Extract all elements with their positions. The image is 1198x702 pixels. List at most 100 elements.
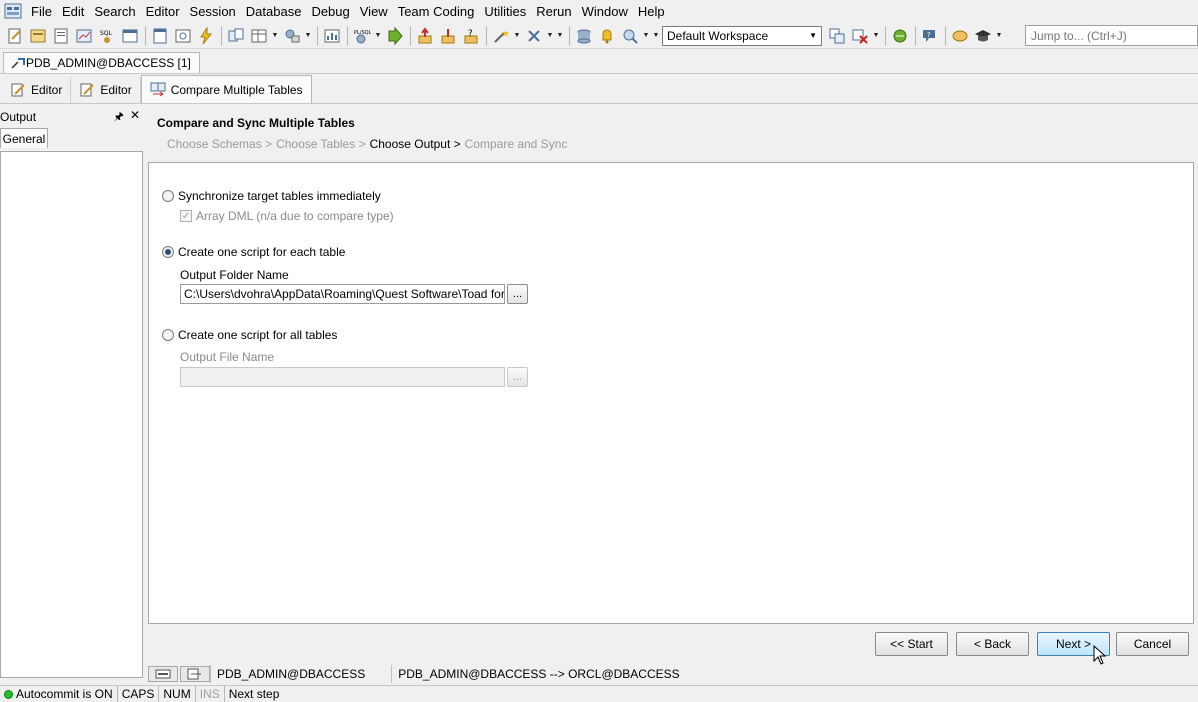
chevron-down-icon[interactable]: ▼ [546, 25, 554, 47]
chevron-down-icon[interactable]: ▼ [374, 25, 382, 47]
keyboard-icon[interactable] [148, 666, 178, 682]
output-folder-input[interactable]: C:\Users\dvohra\AppData\Roaming\Quest So… [180, 284, 505, 304]
menu-rerun[interactable]: Rerun [531, 4, 576, 19]
search-db-icon[interactable] [619, 25, 641, 47]
tab-general[interactable]: General [0, 128, 48, 148]
tab-editor-1[interactable]: Editor [2, 77, 72, 103]
output-folder-label: Output Folder Name [180, 268, 289, 282]
report-icon[interactable] [73, 25, 95, 47]
status-led-icon [4, 689, 13, 699]
workspace-delete-icon[interactable] [849, 25, 871, 47]
jump-to-input[interactable] [1025, 25, 1198, 46]
wizard-title: Compare and Sync Multiple Tables [157, 116, 355, 130]
chevron-down-icon[interactable]: ▼ [995, 25, 1003, 47]
connection-icon[interactable] [180, 666, 210, 682]
help-question-icon[interactable]: ? [460, 25, 482, 47]
window-icon[interactable] [149, 25, 171, 47]
tab-label: Editor [31, 83, 63, 97]
sync-immediately-radio[interactable] [162, 190, 174, 202]
table-icon[interactable] [248, 25, 270, 47]
community-icon[interactable] [949, 25, 971, 47]
step-compare-and-sync: Compare and Sync [464, 137, 568, 151]
browse-folder-button[interactable]: ... [507, 284, 528, 304]
chevron-down-icon[interactable]: ▼ [271, 25, 279, 47]
sql-optimizer-icon[interactable]: SQL [96, 25, 118, 47]
workspace-save-icon[interactable] [826, 25, 848, 47]
lightning-icon[interactable] [195, 25, 217, 47]
chat-help-icon[interactable]: ? [919, 25, 941, 47]
svg-text:?: ? [468, 29, 473, 39]
menu-help[interactable]: Help [633, 4, 670, 19]
globe-refresh-icon[interactable] [889, 25, 911, 47]
plsql-icon[interactable]: PL/SQL [351, 25, 373, 47]
workspace-select[interactable]: Default Workspace ▼ [662, 25, 822, 46]
cancel-button[interactable]: Cancel [1116, 632, 1189, 656]
menu-window[interactable]: Window [577, 4, 633, 19]
menu-edit[interactable]: Edit [57, 4, 89, 19]
step-choose-tables: Choose Tables > [276, 137, 366, 151]
pin-icon[interactable]: 🖈 [114, 108, 124, 127]
menu-debug[interactable]: Debug [306, 4, 354, 19]
tab-compare-multiple-tables[interactable]: Compare Multiple Tables [140, 75, 312, 103]
chevron-down-icon[interactable]: ▼ [642, 25, 650, 47]
menu-file[interactable]: File [26, 4, 57, 19]
mouse-cursor-icon [1093, 645, 1107, 665]
toolbar-separator [885, 25, 886, 46]
toolbar-separator [945, 25, 946, 46]
toolbar-separator [915, 25, 916, 46]
tab-editor-2[interactable]: Editor [71, 77, 141, 103]
connection-plug-icon [11, 58, 25, 69]
menu-session[interactable]: Session [185, 4, 241, 19]
chart-icon[interactable] [321, 25, 343, 47]
back-button[interactable]: < Back [956, 632, 1029, 656]
sync-immediately-option[interactable]: Synchronize target tables immediately [162, 189, 381, 203]
bell-icon[interactable] [596, 25, 618, 47]
tools-x-icon[interactable] [523, 25, 545, 47]
menu-view[interactable]: View [355, 4, 393, 19]
chevron-down-icon[interactable]: ▼ [304, 25, 312, 47]
menu-editor[interactable]: Editor [141, 4, 185, 19]
one-script-all-option[interactable]: Create one script for all tables [162, 328, 337, 342]
menu-utilities[interactable]: Utilities [479, 4, 531, 19]
database-icon[interactable] [573, 25, 595, 47]
data-grid-icon[interactable] [172, 25, 194, 47]
import-icon[interactable] [437, 25, 459, 47]
menu-search[interactable]: Search [89, 4, 140, 19]
graduation-cap-icon[interactable] [972, 25, 994, 47]
connection-tab[interactable]: PDB_ADMIN@DBACCESS [1] [3, 52, 200, 73]
compare-icon[interactable] [225, 25, 247, 47]
one-script-each-radio[interactable] [162, 246, 174, 258]
toolbar-separator [486, 25, 487, 46]
sql-editor-icon[interactable] [50, 25, 72, 47]
output-panel: Output 🖈 ✕ General [0, 108, 144, 680]
menu-bar: File Edit Search Editor Session Database… [0, 0, 1198, 22]
toolbar-separator [145, 25, 146, 46]
caps-indicator: CAPS [118, 686, 160, 702]
magic-wand-icon[interactable] [490, 25, 512, 47]
tab-label: Compare Multiple Tables [170, 82, 303, 97]
chevron-down-icon[interactable]: ▼ [556, 25, 564, 47]
start-button[interactable]: << Start [875, 632, 948, 656]
session-connection: PDB_ADMIN@DBACCESS [210, 665, 371, 683]
editor-icon [80, 83, 95, 97]
chevron-down-icon[interactable]: ▼ [513, 25, 521, 47]
output-file-input [180, 367, 505, 387]
execute-icon[interactable] [384, 25, 406, 47]
tools-icon[interactable] [281, 25, 303, 47]
chevron-down-icon[interactable]: ▼ [652, 25, 660, 47]
toad-app-icon[interactable] [4, 2, 22, 20]
new-editor-icon[interactable] [4, 25, 26, 47]
output-panel-header: Output 🖈 ✕ [0, 108, 144, 126]
export-icon[interactable] [414, 25, 436, 47]
close-icon[interactable]: ✕ [130, 108, 140, 127]
tab-label: Editor [100, 83, 132, 97]
menu-team-coding[interactable]: Team Coding [393, 4, 480, 19]
chevron-down-icon[interactable]: ▼ [872, 25, 880, 47]
one-script-all-radio[interactable] [162, 329, 174, 341]
schema-browser-icon[interactable] [27, 25, 49, 47]
array-dml-option: ✓ Array DML (n/a due to compare type) [180, 209, 394, 223]
menu-database[interactable]: Database [241, 4, 307, 19]
one-script-each-option[interactable]: Create one script for each table [162, 245, 345, 259]
session-browser-icon[interactable] [119, 25, 141, 47]
autocommit-label: Autocommit is ON [16, 687, 113, 701]
